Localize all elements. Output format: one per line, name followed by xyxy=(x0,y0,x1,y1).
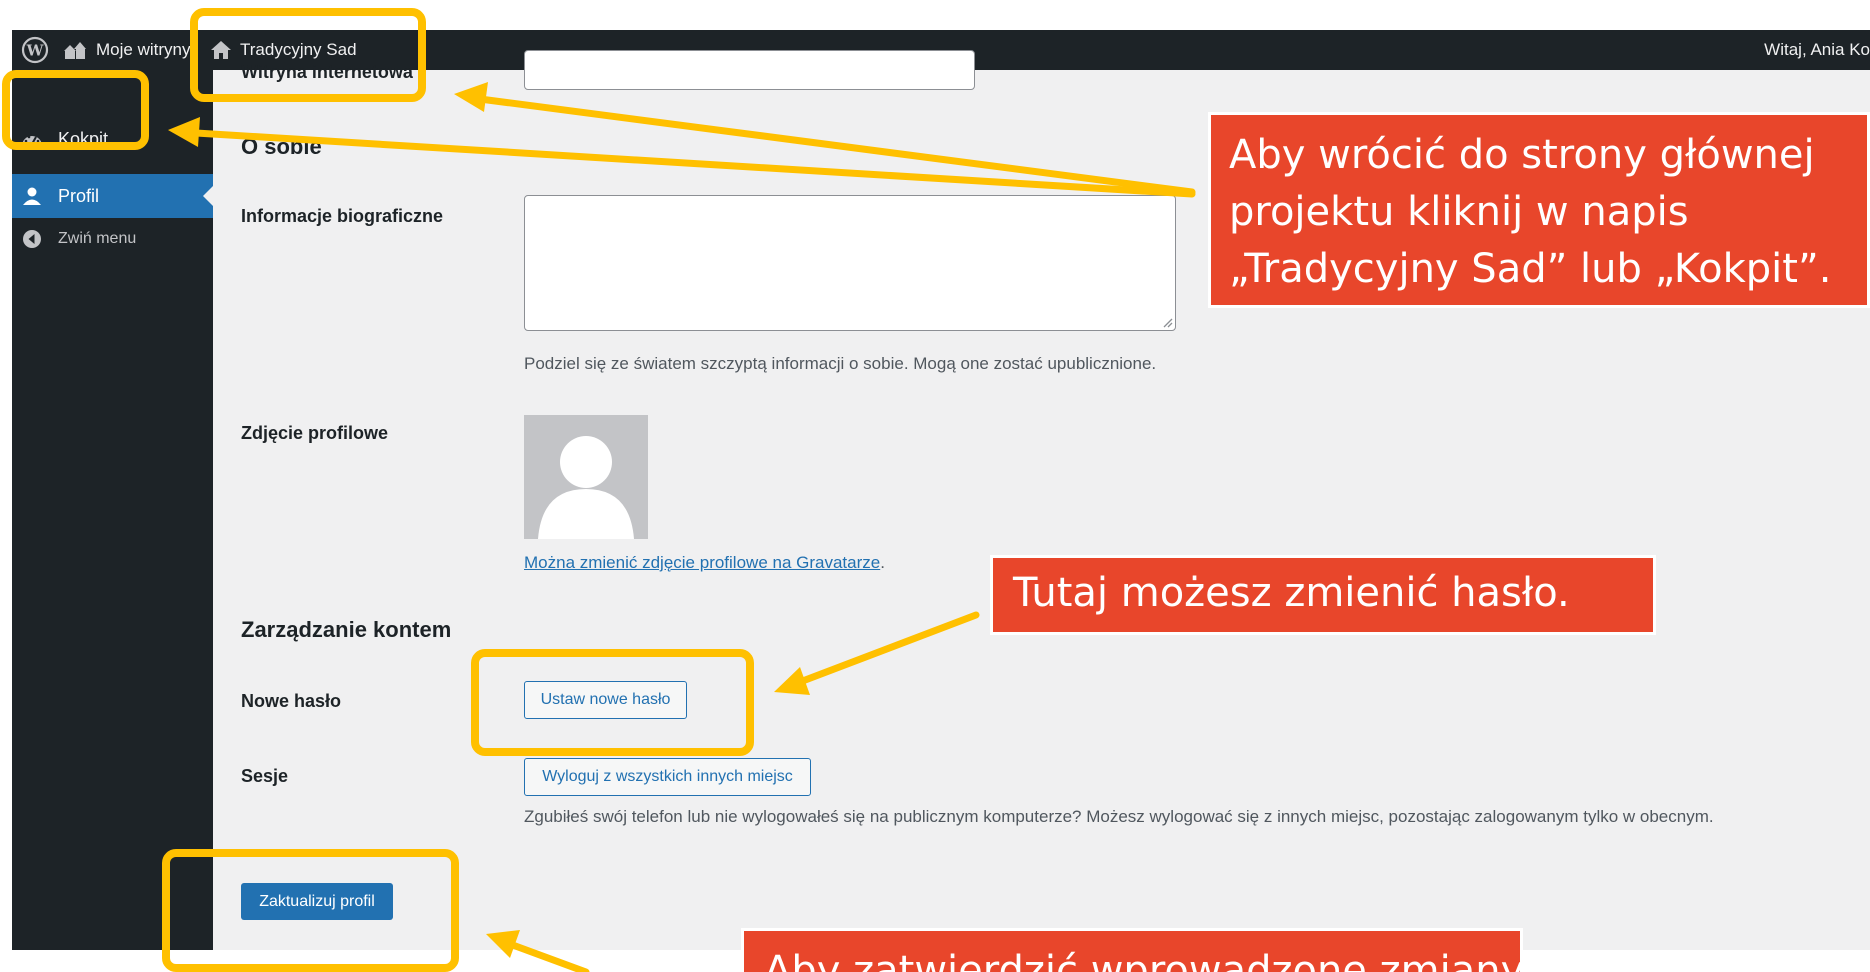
callout-submit-hint: Aby zatwierdzić wprowadzone zmiany xyxy=(741,928,1523,972)
callout-home-hint: Aby wrócić do strony głównej projektu kl… xyxy=(1208,112,1870,308)
callout-line: projektu kliknij w napis xyxy=(1229,189,1689,235)
callout-line: „Tradycyjny Sad” lub „Kokpit”. xyxy=(1229,246,1832,292)
highlight-password-button xyxy=(471,649,754,756)
callout-line: Aby wrócić do strony głównej xyxy=(1229,132,1815,178)
highlight-kokpit xyxy=(2,70,149,150)
highlight-site-name xyxy=(190,8,426,102)
highlight-update-button xyxy=(162,849,459,972)
callout-password-hint: Tutaj możesz zmienić hasło. xyxy=(990,555,1656,635)
